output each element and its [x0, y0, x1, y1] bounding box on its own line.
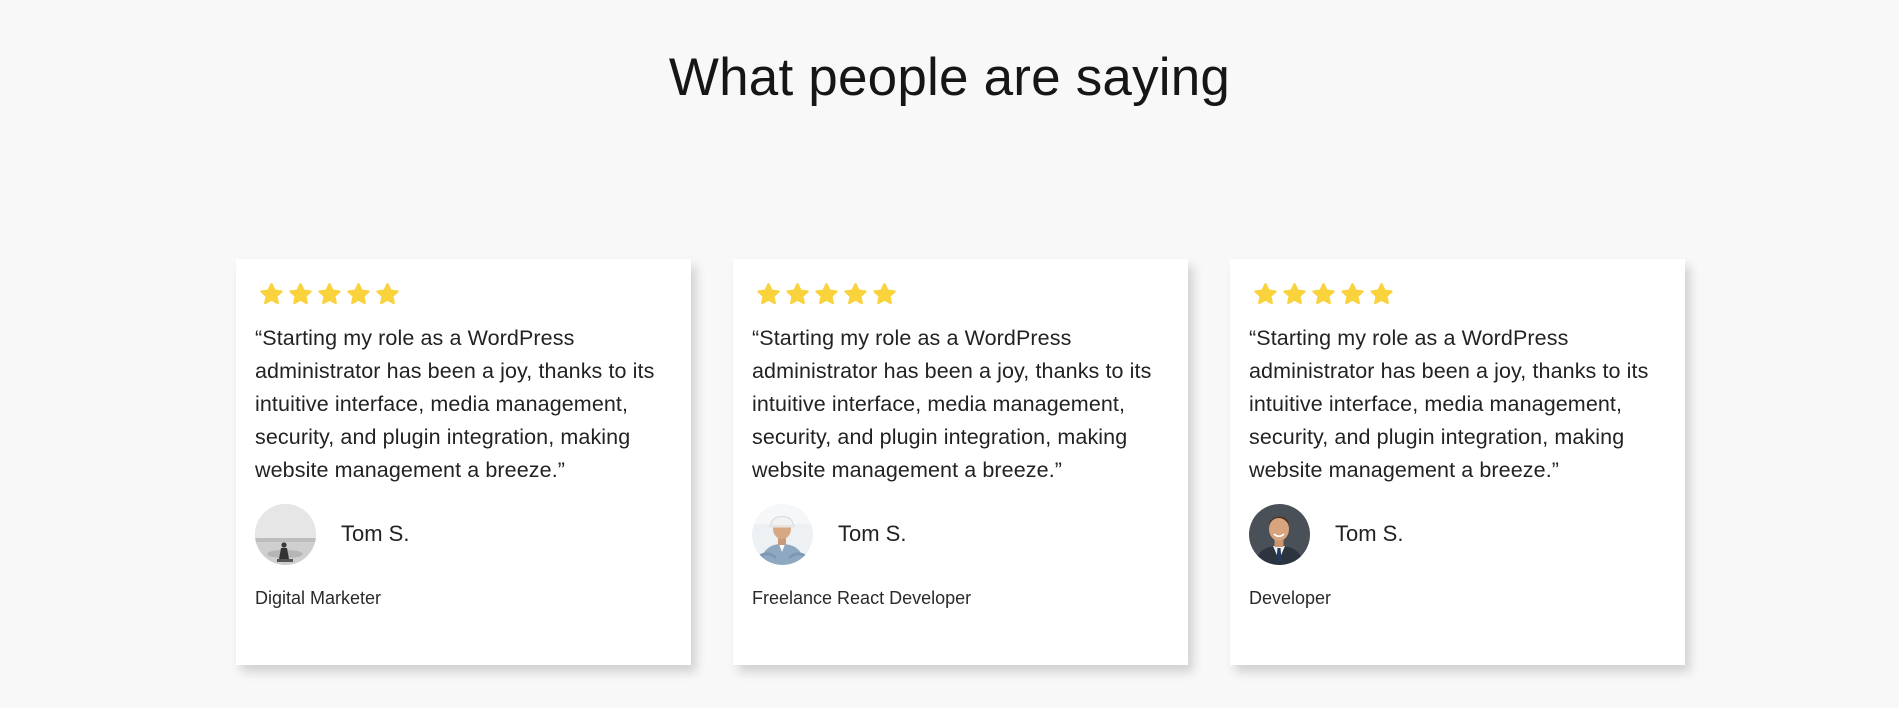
star-icon	[843, 282, 868, 307]
author-role: Developer	[1249, 588, 1332, 608]
testimonial-author: Tom S.	[752, 503, 1168, 565]
author-role: Digital Marketer	[255, 588, 382, 608]
star-icon	[259, 282, 284, 307]
author-name: Tom S.	[838, 521, 907, 546]
testimonial-card: “Starting my role as a WordPress adminis…	[236, 259, 691, 665]
star-icon	[1253, 282, 1278, 307]
star-icon	[346, 282, 371, 307]
star-rating	[1253, 282, 1665, 308]
star-icon	[375, 282, 400, 307]
testimonial-author: Tom S.	[1249, 503, 1665, 565]
star-icon	[872, 282, 897, 307]
star-icon	[1369, 282, 1394, 307]
star-icon	[1311, 282, 1336, 307]
author-role: Freelance React Developer	[752, 588, 972, 608]
star-icon	[288, 282, 313, 307]
testimonial-cards: “Starting my role as a WordPress adminis…	[236, 259, 1685, 665]
testimonial-author: Tom S.	[255, 503, 671, 565]
testimonial-quote: “Starting my role as a WordPress adminis…	[255, 326, 655, 482]
star-icon	[317, 282, 342, 307]
avatar	[255, 503, 316, 565]
star-icon	[1340, 282, 1365, 307]
testimonial-card: “Starting my role as a WordPress adminis…	[733, 259, 1188, 665]
star-rating	[259, 282, 671, 308]
testimonial-quote: “Starting my role as a WordPress adminis…	[752, 326, 1152, 482]
star-icon	[814, 282, 839, 307]
author-name: Tom S.	[1335, 521, 1404, 546]
author-name: Tom S.	[341, 521, 410, 546]
avatar	[752, 503, 813, 565]
star-rating	[756, 282, 1168, 308]
testimonial-card: “Starting my role as a WordPress adminis…	[1230, 259, 1685, 665]
star-icon	[756, 282, 781, 307]
testimonials-section: What people are saying “Starting my role…	[0, 0, 1899, 708]
star-icon	[1282, 282, 1307, 307]
section-title: What people are saying	[668, 48, 1231, 107]
avatar	[1249, 503, 1310, 565]
star-icon	[785, 282, 810, 307]
testimonial-quote: “Starting my role as a WordPress adminis…	[1249, 326, 1649, 482]
